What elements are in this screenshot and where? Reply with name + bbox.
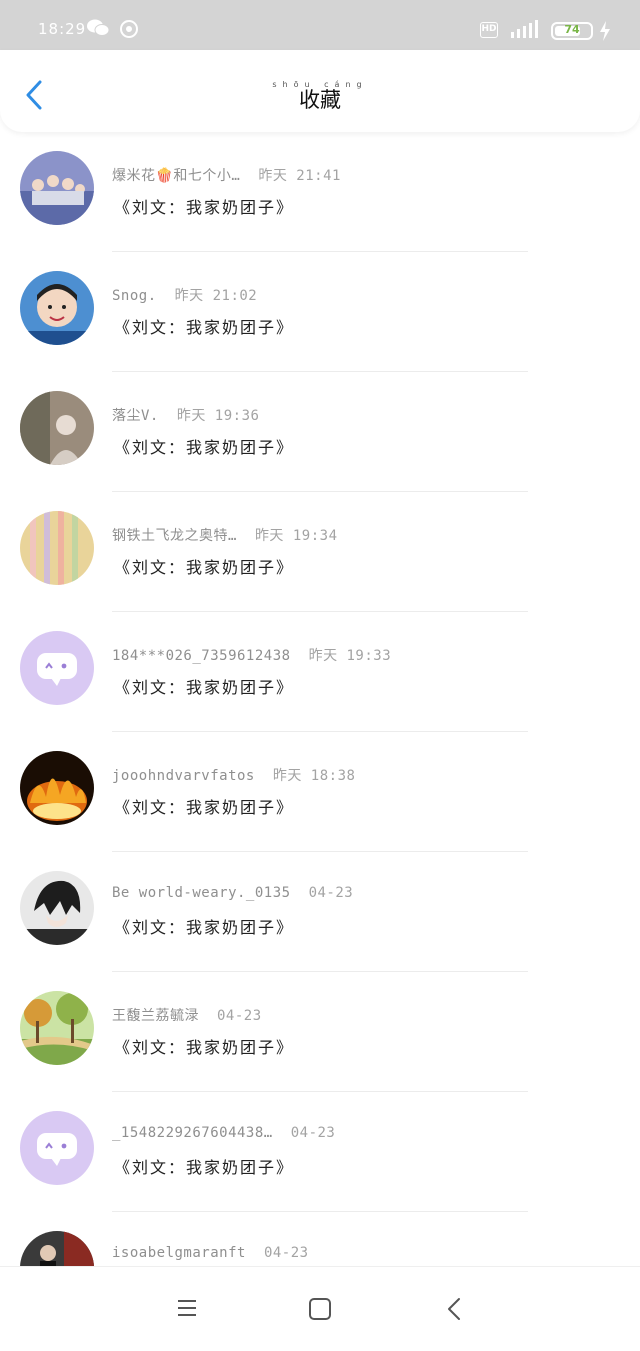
system-nav-bar <box>0 1266 640 1351</box>
avatar[interactable] <box>20 991 94 1065</box>
avatar[interactable] <box>20 631 94 705</box>
avatar[interactable] <box>20 271 94 345</box>
timestamp: 昨天 18:38 <box>272 768 356 784</box>
list-item[interactable]: _1548229267604438… 04-23 《刘文：我家奶团子》 <box>0 1092 640 1212</box>
nav-back-icon[interactable] <box>446 1297 462 1321</box>
signal-icon <box>511 20 538 38</box>
wechat-icon <box>87 19 110 36</box>
default-avatar-icon <box>20 1111 94 1185</box>
timestamp: 04-23 <box>308 885 354 901</box>
avatar[interactable] <box>20 511 94 585</box>
list-item[interactable]: Snog. 昨天 21:02 《刘文：我家奶团子》 <box>0 252 640 372</box>
favorite-title: 《刘文：我家奶团子》 <box>114 1158 295 1177</box>
username: 爆米花🍿和七个小… <box>112 168 241 184</box>
username: _1548229267604438… <box>112 1125 273 1141</box>
favorite-title: 《刘文：我家奶团子》 <box>114 198 295 217</box>
timestamp: 昨天 19:33 <box>308 648 392 664</box>
username: jooohndvarvfatos <box>112 768 255 784</box>
username: 钢铁土飞龙之奥特… <box>112 528 237 544</box>
favorite-title: 《刘文：我家奶团子》 <box>114 558 295 577</box>
list-item[interactable]: 爆米花🍿和七个小… 昨天 21:41 《刘文：我家奶团子》 <box>0 132 640 252</box>
favorite-title: 《刘文：我家奶团子》 <box>114 918 295 937</box>
notification-icon <box>120 20 138 38</box>
timestamp: 昨天 21:41 <box>258 168 341 184</box>
username: 王馥兰荔毓渌 <box>112 1008 199 1024</box>
avatar[interactable] <box>20 871 94 945</box>
timestamp: 昨天 21:02 <box>174 288 258 304</box>
avatar[interactable] <box>20 1231 94 1266</box>
home-square-icon[interactable] <box>309 1298 331 1320</box>
username: 落尘V. <box>112 408 159 424</box>
favorite-title: 《刘文：我家奶团子》 <box>114 318 295 337</box>
avatar[interactable] <box>20 751 94 825</box>
battery-icon: 74 <box>551 22 593 40</box>
username: isoabelgmaranft <box>112 1245 246 1261</box>
menu-icon[interactable] <box>176 1297 198 1319</box>
status-time: 18:29 <box>38 20 87 38</box>
favorites-list: 爆米花🍿和七个小… 昨天 21:41 《刘文：我家奶团子》 Snog. 昨天 21:… <box>0 132 640 1266</box>
list-item[interactable]: 184***026_7359612438 昨天 19:33 《刘文：我家奶团子》 <box>0 612 640 732</box>
timestamp: 昨天 19:36 <box>176 408 260 424</box>
avatar[interactable] <box>20 151 94 225</box>
status-bar: 18:29 HD 74 <box>0 0 640 56</box>
charging-icon <box>600 21 610 41</box>
avatar[interactable] <box>20 1111 94 1185</box>
list-item[interactable]: 王馥兰荔毓渌 04-23 《刘文：我家奶团子》 <box>0 972 640 1092</box>
page-title: 收藏 <box>299 88 341 112</box>
hd-icon: HD <box>480 22 498 38</box>
list-item[interactable]: jooohndvarvfatos 昨天 18:38 《刘文：我家奶团子》 <box>0 732 640 852</box>
username: Snog. <box>112 288 157 304</box>
avatar[interactable] <box>20 391 94 465</box>
list-item[interactable]: Be world-weary._0135 04-23 《刘文：我家奶团子》 <box>0 852 640 972</box>
username: Be world-weary._0135 <box>112 885 291 901</box>
favorite-title: 《刘文：我家奶团子》 <box>114 678 295 697</box>
list-item[interactable]: 钢铁土飞龙之奥特… 昨天 19:34 《刘文：我家奶团子》 <box>0 492 640 612</box>
list-item[interactable]: 落尘V. 昨天 19:36 《刘文：我家奶团子》 <box>0 372 640 492</box>
timestamp: 04-23 <box>263 1245 309 1261</box>
timestamp: 04-23 <box>217 1008 262 1024</box>
timestamp: 04-23 <box>290 1125 336 1141</box>
timestamp: 昨天 19:34 <box>254 528 338 544</box>
battery-level: 74 <box>564 23 580 36</box>
default-avatar-icon <box>20 631 94 705</box>
username: 184***026_7359612438 <box>112 648 291 664</box>
favorite-title: 《刘文：我家奶团子》 <box>114 1038 295 1057</box>
app-header: shōu cáng 收藏 <box>0 50 640 132</box>
list-item[interactable]: isoabelgmaranft 04-23 <box>0 1212 640 1266</box>
favorite-title: 《刘文：我家奶团子》 <box>114 438 295 457</box>
favorite-title: 《刘文：我家奶团子》 <box>114 798 295 817</box>
